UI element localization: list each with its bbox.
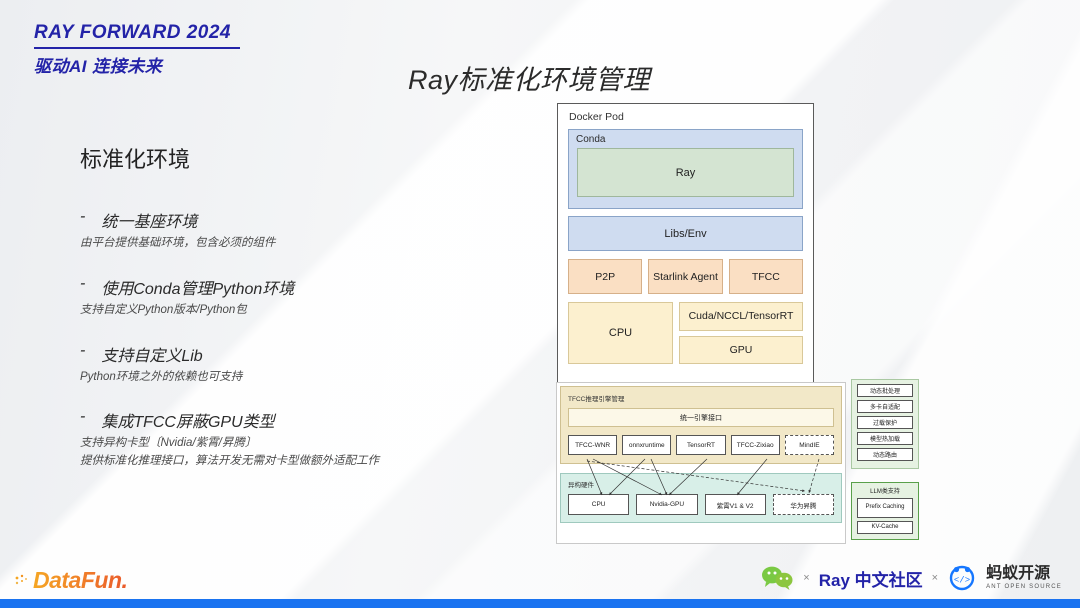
- hardware-cell-row: CPU Nvidia-GPU 紫霄V1 & V2 华为昇腾: [568, 494, 834, 515]
- ant-open-source-wordmark: 蚂蚁开源 ANT OPEN SOURCE: [986, 565, 1062, 591]
- bullet-item: - 使用Conda管理Python环境 支持自定义Python版本/Python…: [80, 275, 480, 320]
- cpu-box: CPU: [568, 302, 673, 364]
- bullet-main-text: 统一基座环境: [101, 214, 198, 231]
- libs-env-box: Libs/Env: [568, 216, 803, 251]
- middleware-row: P2P Starlink Agent TFCC: [568, 259, 803, 294]
- bullet-dash: -: [80, 274, 86, 292]
- bullet-item: - 统一基座环境 由平台提供基础环境，包含必须的组件: [80, 208, 480, 253]
- conda-label: Conda: [576, 134, 606, 145]
- ant-sub-label: ANT OPEN SOURCE: [986, 584, 1062, 590]
- feature-cell-dynamic-routing: 动态路由: [857, 448, 913, 461]
- datafun-dots-icon: [15, 574, 27, 584]
- footer-partner-logos: × Ray 中文社区 × </> 蚂蚁开源 ANT OPEN SOURCE: [760, 565, 1062, 591]
- datafun-wordmark: DataFun.: [33, 567, 128, 593]
- ant-main-label: 蚂蚁开源: [986, 565, 1051, 582]
- llm-cell-kv-cache: KV-Cache: [857, 521, 913, 534]
- brand-title: RAY FORWARD 2024: [34, 22, 231, 43]
- engine-cell-tfcc-zixiao: TFCC-Zixiao: [730, 435, 780, 455]
- hardware-cell-zixiao: 紫霄V1 & V2: [704, 494, 766, 515]
- section-heading: 标准化环境: [80, 147, 191, 172]
- separator-times-2: ×: [931, 572, 939, 584]
- bullet-dash: -: [80, 208, 86, 225]
- bullet-main-line: - 使用Conda管理Python环境: [80, 275, 480, 299]
- separator-times-1: ×: [803, 572, 810, 584]
- docker-pod-diagram: Docker Pod Conda Ray Libs/Env P2P Starli…: [557, 103, 814, 386]
- engine-cell-tensorrt: TensorRT: [676, 435, 726, 455]
- llm-cell-prefix-caching: Prefix Caching: [857, 498, 913, 518]
- tfcc-architecture-diagram: TFCC推理引擎管理 统一引擎接口 TFCC-WNR onnxruntime T…: [556, 382, 846, 544]
- tfcc-engine-section-title: TFCC推理引擎管理: [568, 396, 625, 403]
- cuda-nccl-tensorrt-box: Cuda/NCCL/TensorRT: [679, 302, 803, 331]
- feature-cell-multi-card-adaptation: 多卡自适配: [857, 400, 913, 413]
- middleware-cell-starlink-agent: Starlink Agent: [648, 259, 723, 294]
- feature-list-column: 动态批处理 多卡自适配 过载保护 模型热加载 动态路由: [851, 379, 919, 469]
- middleware-cell-p2p: P2P: [568, 259, 643, 294]
- hardware-row: CPU Cuda/NCCL/TensorRT GPU: [568, 302, 803, 364]
- gpu-box: GPU: [679, 335, 803, 364]
- wechat-icon: [762, 566, 793, 590]
- bullet-main-text: 支持自定义Lib: [101, 347, 203, 365]
- brand-block: RAY FORWARD 2024 驱动AI 连接未来: [34, 22, 240, 77]
- brand-subtitle: 驱动AI 连接未来: [34, 57, 163, 76]
- bullet-main-line: - 支持自定义Lib: [80, 342, 480, 366]
- bullet-sub-text: Python环境之外的依赖也可支持: [80, 370, 243, 383]
- feature-cell-overload-protection: 过载保护: [857, 416, 913, 429]
- bullet-dash: -: [80, 408, 86, 426]
- llm-support-title: LLM类支持: [870, 489, 900, 495]
- ray-box: Ray: [577, 148, 794, 197]
- engine-cell-tfcc-wnr: TFCC-WNR: [568, 435, 618, 455]
- bullet-sub-text: 支持自定义Python版本/Python包: [80, 303, 247, 316]
- engine-row: TFCC-WNR onnxruntime TensorRT TFCC-Zixia…: [568, 435, 835, 455]
- bullet-main-text: 集成TFCC屏蔽GPU类型: [101, 414, 275, 432]
- feature-cell-dynamic-batching: 动态批处理: [857, 384, 913, 397]
- feature-cell-model-hot-reload: 模型热加载: [857, 432, 913, 445]
- bullet-dash: -: [80, 341, 86, 359]
- gpu-stack: Cuda/NCCL/TensorRT GPU: [679, 302, 803, 364]
- slide-content: RAY FORWARD 2024 驱动AI 连接未来 Ray标准化环境管理 标准…: [0, 0, 1080, 608]
- heterogeneous-hardware-section: 异构硬件 CPU Nvidia-GPU 紫霄V1 & V2 华为昇腾: [560, 473, 842, 523]
- hardware-section-title: 异构硬件: [568, 482, 594, 489]
- svg-text:</>: </>: [954, 576, 970, 586]
- bullet-item: - 集成TFCC屏蔽GPU类型 支持异构卡型〔Nvidia/紫霄/昇腾〕 提供标…: [80, 408, 480, 471]
- hardware-cell-huawei-ascend: 华为昇腾: [772, 494, 834, 515]
- engine-cell-onnxruntime: onnxruntime: [622, 435, 672, 455]
- bullet-main-line: - 集成TFCC屏蔽GPU类型: [80, 408, 480, 432]
- datafun-logo: DataFun.: [14, 567, 128, 594]
- left-text-column: 标准化环境 - 统一基座环境 由平台提供基础环境，包含必须的组件 - 使用Con…: [80, 142, 480, 493]
- ant-open-source-icon: </>: [949, 565, 975, 591]
- middleware-cell-tfcc: TFCC: [728, 259, 803, 294]
- brand-divider: [34, 47, 240, 49]
- footer-accent-bar: [0, 599, 1080, 608]
- bullet-item: - 支持自定义Lib Python环境之外的依赖也可支持: [80, 342, 480, 387]
- ray-community-label: Ray 中文社区: [818, 570, 923, 590]
- page-title: Ray标准化环境管理: [408, 65, 651, 95]
- unified-interface-bar: 统一引擎接口: [568, 408, 834, 427]
- engine-cell-mindie: MindIE: [784, 435, 835, 455]
- llm-support-column: LLM类支持 Prefix Caching KV-Cache: [851, 482, 919, 540]
- conda-box: Conda Ray: [568, 129, 803, 209]
- tfcc-engine-section: TFCC推理引擎管理 统一引擎接口 TFCC-WNR onnxruntime T…: [560, 386, 842, 464]
- bullet-sub-text: 由平台提供基础环境，包含必须的组件: [80, 237, 276, 249]
- hardware-cell-cpu: CPU: [568, 494, 630, 515]
- bullet-sub-text: 支持异构卡型〔Nvidia/紫霄/昇腾〕 提供标准化推理接口，算法开发无需对卡型…: [80, 437, 379, 468]
- hardware-cell-nvidia-gpu: Nvidia-GPU: [636, 494, 698, 515]
- docker-pod-label: Docker Pod: [569, 111, 624, 123]
- bullet-main-line: - 统一基座环境: [80, 208, 480, 232]
- bullet-main-text: 使用Conda管理Python环境: [101, 280, 295, 298]
